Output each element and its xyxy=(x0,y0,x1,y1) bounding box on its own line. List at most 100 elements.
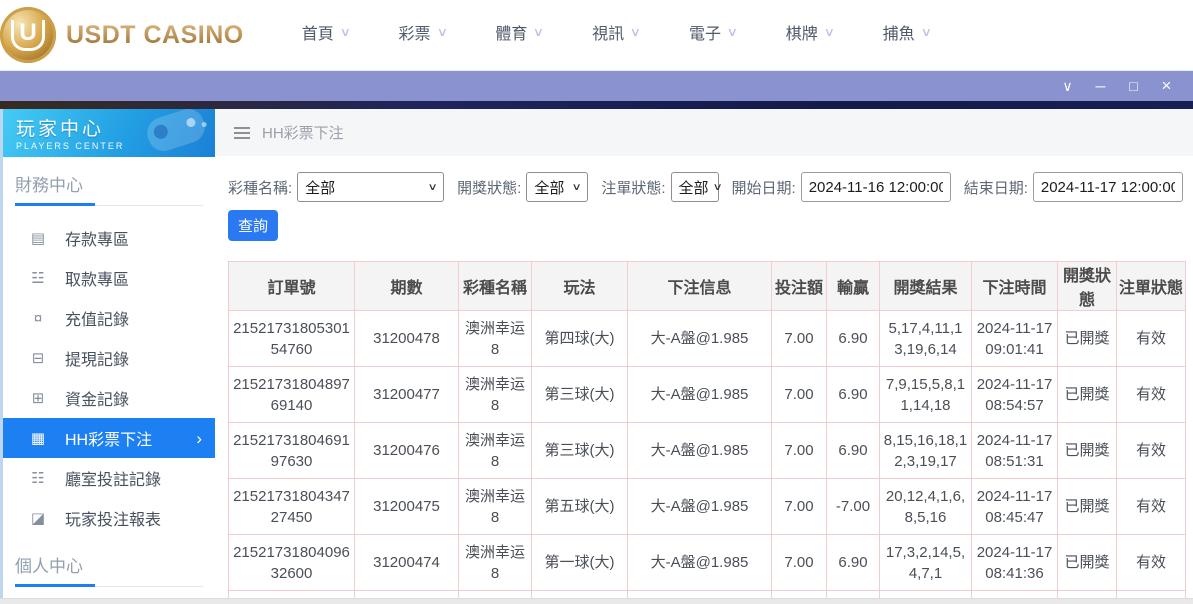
nav-item-label: 棋牌 xyxy=(785,26,818,43)
chevron-down-icon: ∨ xyxy=(823,25,835,39)
sidebar: 玩家中心 PLAYERS CENTER 財務中心 ▤ 存款專區 ☳ 取款專區 ¤ 充值記錄 ⊟… xyxy=(3,109,215,604)
nav-item-label: 體育 xyxy=(495,26,528,43)
maximize-button[interactable]: □ xyxy=(1117,71,1150,101)
nav-item-slots[interactable]: 電子 ∨ xyxy=(689,20,738,44)
table-cell: 已開獎 xyxy=(1057,422,1117,479)
end-date-label: 結束日期: xyxy=(963,179,1028,197)
table-cell: 5,17,4,11,13,19,6,14 xyxy=(879,310,972,367)
sidebar-item-withdrawal-records[interactable]: ⊟ 提現記錄 xyxy=(3,338,215,378)
column-header: 彩種名稱 xyxy=(458,261,532,311)
table-cell: 7.00 xyxy=(771,478,827,535)
table-cell: 2024-11-17 08:41:36 xyxy=(971,534,1058,591)
order-status-label: 注單狀態: xyxy=(601,179,666,197)
close-button[interactable]: × xyxy=(1150,71,1183,101)
sidebar-item-label: 存款專區 xyxy=(65,232,130,249)
sidebar-section-underline xyxy=(15,583,203,587)
close-icon: × xyxy=(1161,76,1172,95)
sidebar-item-label: 廳室投註記錄 xyxy=(65,472,162,489)
table-cell: 31200476 xyxy=(354,422,459,479)
horizontal-scrollbar[interactable] xyxy=(0,598,1193,604)
table-cell: 澳洲幸运8 xyxy=(458,310,532,367)
table-cell: 有效 xyxy=(1116,366,1186,423)
table-row: 2152173180530154760 31200478 澳洲幸运8 第四球(大) 大-… xyxy=(228,310,1186,367)
money-bag-icon: ¤ xyxy=(33,309,43,327)
table-cell: 大-A盤@1.985 xyxy=(627,310,772,367)
minimize-button[interactable]: ─ xyxy=(1084,71,1117,101)
chevron-down-icon: ∨ xyxy=(1062,78,1073,94)
table-cell: 第三球(大) xyxy=(531,422,628,479)
sidebar-item-room-bet-records[interactable]: ☷ 廳室投註記錄 xyxy=(3,458,215,498)
sidebar-item-hh-lottery-bets[interactable]: ▦ HH彩票下注 › xyxy=(3,418,215,458)
end-date-input[interactable] xyxy=(1032,172,1183,202)
sidebar-item-label: 玩家投注報表 xyxy=(65,512,162,529)
table-cell: 7.00 xyxy=(771,422,827,479)
chevron-down-icon: ∨ xyxy=(571,181,582,193)
table-row: 2152173180434727450 31200475 澳洲幸运8 第五球(大) 大-… xyxy=(228,478,1186,535)
usdt-coin-icon: U xyxy=(0,7,56,63)
table-row: 2152173180489769140 31200477 澳洲幸运8 第三球(大) 大-… xyxy=(228,366,1186,423)
filter-bar: 彩種名稱: 全部 ∨ 開獎狀態: 全部 ∨ 注單狀態: 全部 ∨ 開始日期: 2… xyxy=(228,172,1185,202)
table-cell: 31200474 xyxy=(354,534,459,591)
window-divider xyxy=(0,101,1193,109)
hamburger-icon[interactable] xyxy=(234,126,250,139)
sidebar-menu: 財務中心 ▤ 存款專區 ☳ 取款專區 ¤ 充值記錄 ⊟ 提現記錄 ⊞ 資金記錄 ▦ HH彩票下注 › ☷ 廳室… xyxy=(3,171,215,604)
table-cell: 大-A盤@1.985 xyxy=(627,478,772,535)
sidebar-item-withdraw-zone[interactable]: ☳ 取款專區 xyxy=(3,258,215,298)
chevron-down-icon: ∨ xyxy=(629,25,642,39)
nav-item-label: 彩票 xyxy=(398,26,431,43)
maximize-icon: □ xyxy=(1129,78,1138,94)
nav-item-video[interactable]: 視訊 ∨ xyxy=(592,20,642,44)
sidebar-item-funds-records[interactable]: ⊞ 資金記錄 xyxy=(3,378,215,418)
table-cell: 2152173180530154760 xyxy=(228,310,355,367)
list-icon: ☷ xyxy=(31,470,45,487)
top-navbar: U USDT CASINO 首頁 ∨ 彩票 ∨ 體育 ∨ 視訊 ∨ 電子 ∨ 棋牌 ∨ 捕魚 ∨ xyxy=(0,0,1193,71)
table-cell: 大-A盤@1.985 xyxy=(627,534,772,591)
table-cell: 有效 xyxy=(1116,534,1186,591)
column-header: 下注信息 xyxy=(627,261,772,311)
table-cell: 澳洲幸运8 xyxy=(458,422,532,479)
table-cell: 第四球(大) xyxy=(531,310,628,367)
column-header: 開獎狀態 xyxy=(1057,261,1117,311)
start-date-input[interactable] xyxy=(800,172,951,202)
collapse-button[interactable]: ∨ xyxy=(1051,71,1084,101)
table-cell: 2152173180469197630 xyxy=(228,422,355,479)
nav-item-home[interactable]: 首頁 ∨ xyxy=(302,20,351,44)
chevron-down-icon: ∨ xyxy=(533,25,545,39)
sidebar-item-recharge-records[interactable]: ¤ 充值記錄 xyxy=(3,298,215,338)
table-cell: 第五球(大) xyxy=(531,478,628,535)
nav-item-sports[interactable]: 體育 ∨ xyxy=(495,20,545,44)
main-nav: 首頁 ∨ 彩票 ∨ 體育 ∨ 視訊 ∨ 電子 ∨ 棋牌 ∨ 捕魚 ∨ xyxy=(302,20,932,44)
column-header: 注單狀態 xyxy=(1116,261,1186,311)
nav-item-lottery[interactable]: 彩票 ∨ xyxy=(398,20,448,44)
query-button[interactable]: 查詢 xyxy=(228,210,278,241)
table-cell: 第一球(大) xyxy=(531,534,628,591)
sidebar-item-deposit-zone[interactable]: ▤ 存款專區 xyxy=(3,218,215,258)
sidebar-item-label: 提現記錄 xyxy=(65,352,130,369)
chevron-right-icon: › xyxy=(196,428,202,448)
table-cell: 有效 xyxy=(1116,310,1186,367)
order-status-select[interactable]: 全部 ∨ xyxy=(670,172,723,202)
table-cell: 20,12,4,1,6,8,5,16 xyxy=(879,478,972,535)
bet-table-body: 2152173180530154760 31200478 澳洲幸运8 第四球(大) 大-… xyxy=(228,310,1186,604)
chevron-down-icon: ∨ xyxy=(712,181,723,193)
wallet-icon: ⊟ xyxy=(31,350,45,367)
table-cell: 已開獎 xyxy=(1057,310,1117,367)
table-cell: 6.90 xyxy=(826,310,880,367)
draw-status-select[interactable]: 全部 ∨ xyxy=(526,172,589,202)
window-titlebar: ∨ ─ □ × xyxy=(0,71,1193,101)
order-status-value: 全部 xyxy=(678,179,709,197)
table-cell: 7.00 xyxy=(771,310,827,367)
chevron-down-icon: ∨ xyxy=(427,181,438,193)
coin-monogram: U xyxy=(11,19,45,51)
chart-icon: ◪ xyxy=(30,510,46,527)
start-date-label: 開始日期: xyxy=(731,179,796,197)
lottery-name-select[interactable]: 全部 ∨ xyxy=(297,172,445,202)
nav-item-cards[interactable]: 棋牌 ∨ xyxy=(785,20,835,44)
column-header: 輸贏 xyxy=(826,261,880,311)
sidebar-item-player-bet-report[interactable]: ◪ 玩家投注報表 xyxy=(3,498,215,538)
brand-logo[interactable]: U USDT CASINO xyxy=(0,7,244,63)
nav-item-fishing[interactable]: 捕魚 ∨ xyxy=(883,20,932,44)
column-header: 玩法 xyxy=(531,261,628,311)
draw-status-value: 全部 xyxy=(534,179,565,197)
table-cell: 2152173180409632600 xyxy=(228,534,355,591)
